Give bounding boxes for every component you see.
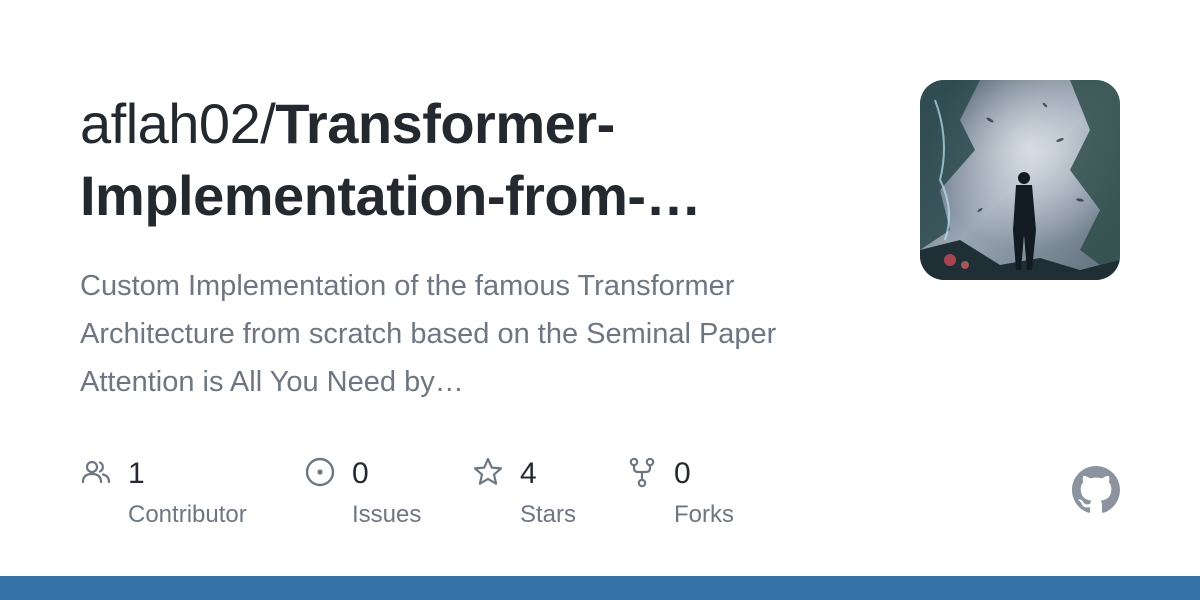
issue-opened-icon <box>305 457 335 487</box>
stars-count: 4 <box>520 457 537 490</box>
language-color-bar <box>0 576 1200 600</box>
repo-name-line1: Transformer- <box>275 92 615 155</box>
star-icon <box>473 457 503 485</box>
stars-label: Stars <box>520 501 577 528</box>
repo-owner: aflah02/ <box>80 92 276 155</box>
contributors-count: 1 <box>128 457 145 490</box>
repo-name-line2: Implementation-from-… <box>80 164 702 227</box>
repo-description: Custom Implementation of the famous Tran… <box>80 270 777 398</box>
repo-forked-icon <box>629 457 655 488</box>
forks-label: Forks <box>674 501 734 528</box>
owner-avatar <box>920 80 1120 280</box>
issues-count: 0 <box>352 457 369 490</box>
issues-label: Issues <box>352 501 422 528</box>
repo-title: aflah02/Transformer- Implementation-from… <box>80 88 880 232</box>
people-icon <box>81 460 111 484</box>
contributors-label: Contributor <box>128 501 247 528</box>
forks-count: 0 <box>674 457 691 490</box>
github-logo-icon[interactable] <box>1072 466 1120 514</box>
